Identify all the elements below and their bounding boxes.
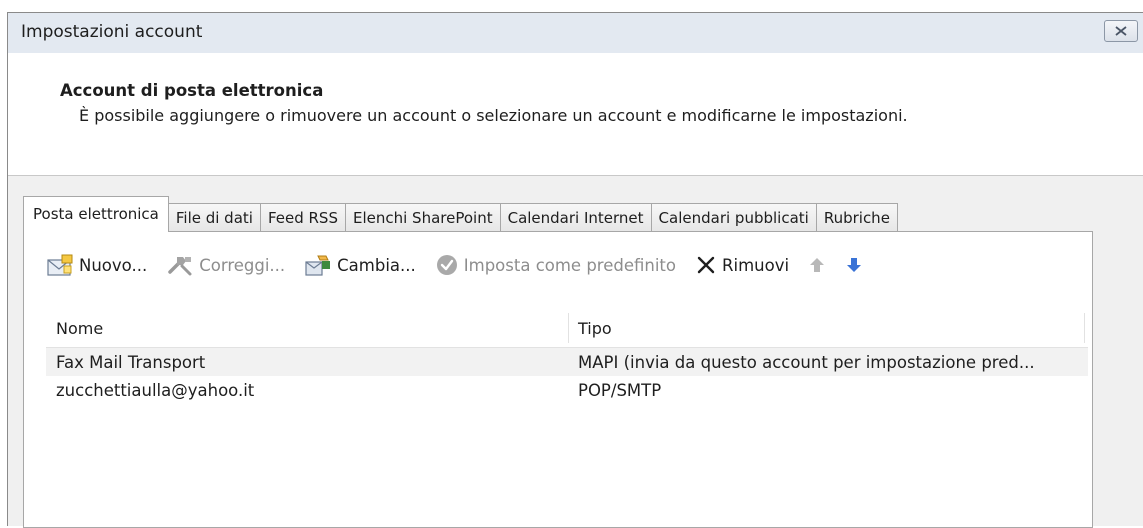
arrow-up-icon [810, 258, 825, 272]
window-title: Impostazioni account [21, 22, 203, 42]
repair-tools-icon [168, 257, 192, 276]
column-header-type[interactable]: Tipo [578, 319, 612, 338]
new-button-label: Nuovo... [79, 255, 148, 275]
close-button[interactable] [1104, 20, 1138, 42]
new-button[interactable]: Nuovo... [46, 253, 147, 277]
tab-data-files[interactable]: File di dati [167, 203, 261, 232]
change-settings-icon [305, 255, 331, 276]
checkmark-circle-icon [436, 255, 457, 275]
account-type-cell: MAPI (invia da questo account per impost… [578, 353, 1035, 372]
account-name-cell: zucchettiaulla@yahoo.it [56, 381, 255, 400]
tab-published-calendars[interactable]: Calendari pubblicati [650, 203, 817, 232]
section-heading: Account di posta elettronica [60, 81, 324, 100]
remove-button[interactable]: Rimuovi [695, 254, 789, 276]
remove-button-label: Rimuovi [722, 255, 790, 275]
close-icon [1115, 26, 1127, 36]
toolbar: Nuovo... Correggi... Cambia... Imposta c… [46, 251, 887, 279]
change-button-label: Cambia... [337, 255, 416, 275]
section-description: È possibile aggiungere o rimuovere un ac… [79, 106, 908, 125]
email-tab-panel: Nuovo... Correggi... Cambia... Imposta c… [23, 231, 1093, 528]
header-area: Account di posta elettronica È possibile… [8, 53, 1143, 176]
repair-button-label: Correggi... [199, 255, 286, 275]
column-divider[interactable] [1084, 313, 1085, 343]
table-row[interactable]: zucchettiaulla@yahoo.it POP/SMTP [46, 376, 1088, 404]
body-area: Posta elettronica File di dati Feed RSS … [8, 176, 1143, 528]
table-row[interactable]: Fax Mail Transport MAPI (invia da questo… [46, 348, 1088, 376]
arrow-down-icon [847, 258, 862, 272]
tab-sharepoint-lists[interactable]: Elenchi SharePoint [344, 203, 501, 232]
tab-internet-calendars[interactable]: Calendari Internet [499, 203, 652, 232]
tab-email[interactable]: Posta elettronica [23, 196, 169, 232]
new-mail-icon [47, 254, 73, 276]
account-list: Nome Tipo Fax Mail Transport MAPI (invia… [46, 309, 1088, 404]
column-header-name[interactable]: Nome [56, 319, 103, 338]
tab-address-books[interactable]: Rubriche [815, 203, 898, 232]
set-default-button[interactable]: Imposta come predefinito [435, 253, 676, 277]
change-button[interactable]: Cambia... [304, 253, 416, 277]
column-header-row: Nome Tipo [46, 309, 1088, 348]
account-type-cell: POP/SMTP [578, 381, 662, 400]
move-up-button[interactable] [808, 255, 831, 275]
tab-rss-feeds[interactable]: Feed RSS [259, 203, 346, 232]
repair-button[interactable]: Correggi... [166, 253, 285, 277]
remove-x-icon [697, 256, 715, 274]
tab-strip: Posta elettronica File di dati Feed RSS … [23, 196, 898, 232]
account-settings-window: Impostazioni account Account di posta el… [7, 12, 1143, 528]
account-name-cell: Fax Mail Transport [56, 353, 206, 372]
column-divider[interactable] [568, 313, 569, 343]
title-bar[interactable]: Impostazioni account [8, 13, 1143, 53]
set-default-button-label: Imposta come predefinito [463, 255, 677, 275]
move-down-button[interactable] [845, 255, 868, 275]
